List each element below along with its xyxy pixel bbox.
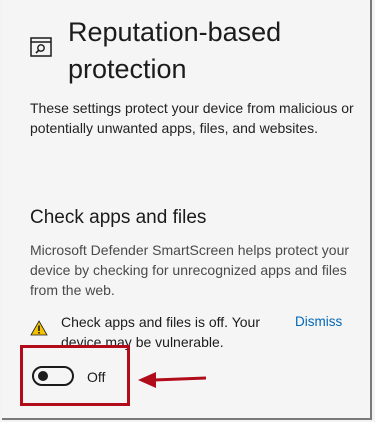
page-title: Reputation-based protection <box>68 17 282 84</box>
section-description: Microsoft Defender SmartScreen helps pro… <box>30 242 350 298</box>
section-heading-check-apps: Check apps and files <box>30 207 207 228</box>
intro-text: These settings protect your device from … <box>30 100 354 136</box>
app-browser-control-icon <box>30 36 52 58</box>
dismiss-link[interactable]: Dismiss <box>295 312 342 332</box>
annotation-highlight-box <box>20 345 130 406</box>
warning-icon <box>30 320 48 336</box>
annotation-arrow-icon <box>136 368 208 392</box>
